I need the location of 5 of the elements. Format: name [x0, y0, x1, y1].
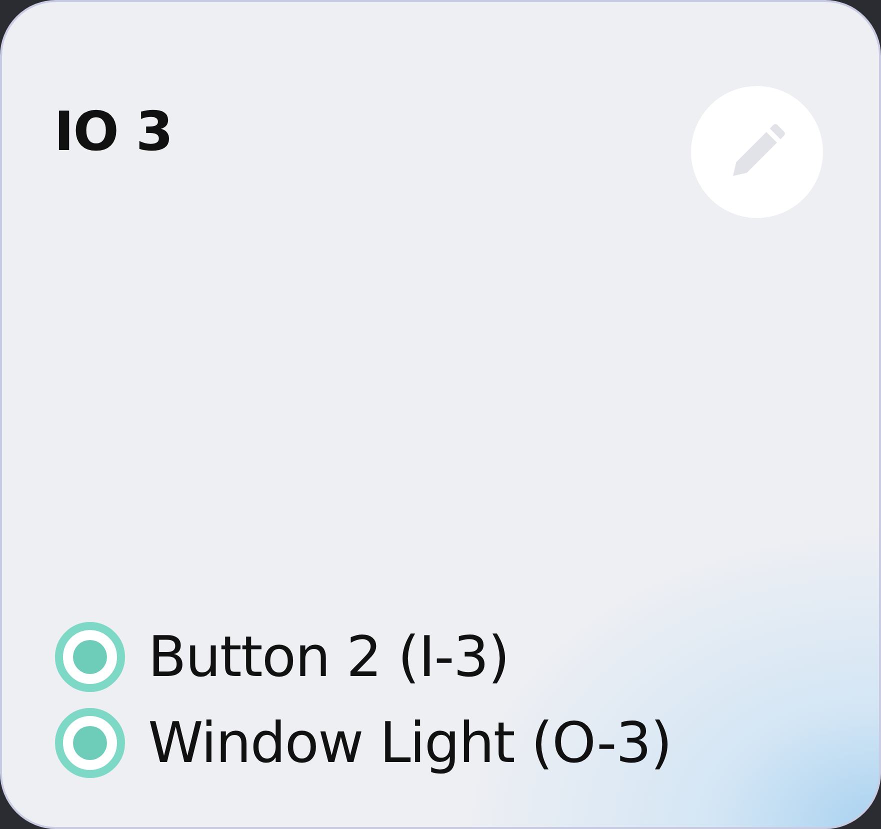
- radio-button[interactable]: [54, 621, 126, 693]
- item-label: Button 2 (I-3): [148, 624, 509, 690]
- item-label: Window Light (O-3): [148, 710, 672, 776]
- radio-button[interactable]: [54, 707, 126, 779]
- card-title: IO 3: [54, 100, 172, 163]
